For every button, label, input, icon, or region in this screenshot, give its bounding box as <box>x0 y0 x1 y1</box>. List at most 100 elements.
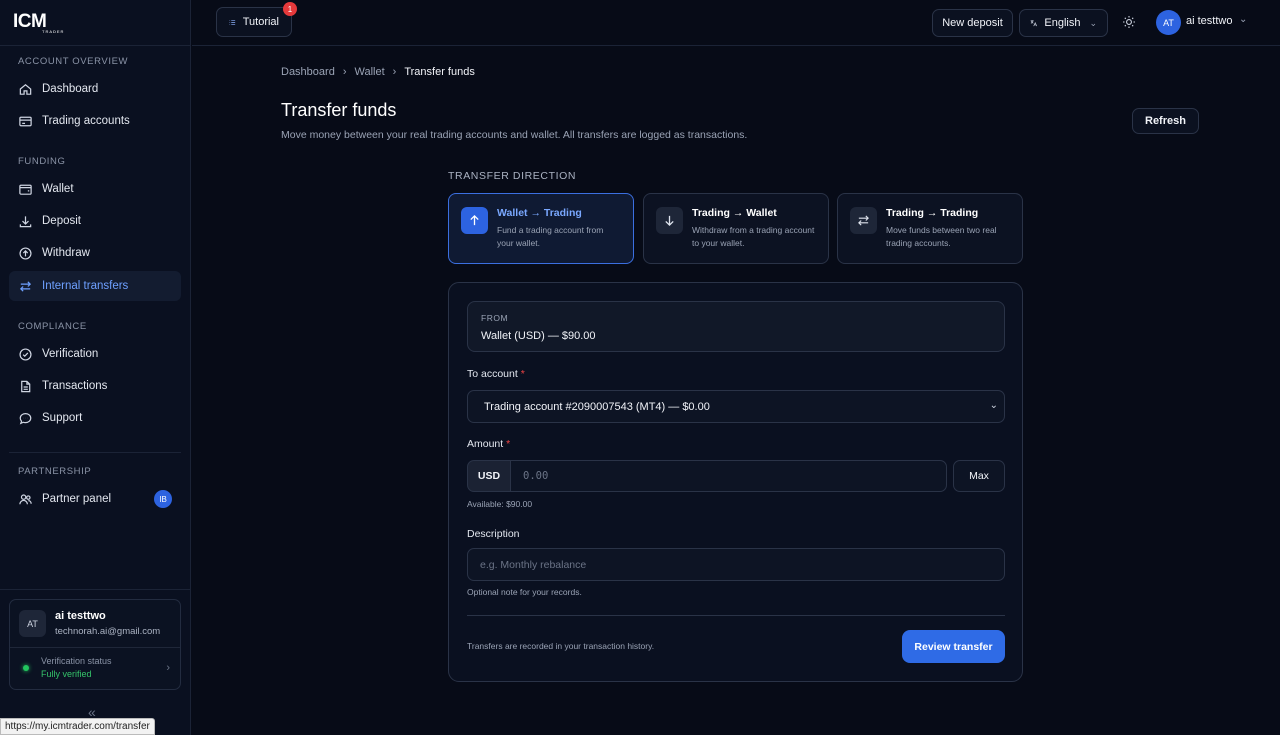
notification-badge: 1 <box>283 2 297 16</box>
section-title-partnership: PARTNERSHIP <box>18 466 92 477</box>
section-title-compliance: COMPLIANCE <box>18 321 87 332</box>
sidebar-item-withdraw[interactable]: Withdraw <box>9 238 181 268</box>
wallet-icon <box>19 184 32 195</box>
user-menu-name[interactable]: ai testtwo <box>1186 15 1232 27</box>
translate-icon <box>1030 20 1038 27</box>
section-title-funding: FUNDING <box>18 156 66 167</box>
language-label: English <box>1044 17 1081 29</box>
card-icon <box>19 116 32 126</box>
tutorial-label: Tutorial <box>242 16 279 28</box>
user-card[interactable]: AT ai testtwo technorah.ai@gmail.com Ver… <box>9 599 181 690</box>
sidebar-item-partner-panel[interactable]: Partner panel IB <box>9 484 181 514</box>
from-account-display: FROM Wallet (USD) — $90.00 <box>467 301 1005 352</box>
divider <box>467 615 1005 616</box>
sidebar-item-label: Wallet <box>42 183 74 195</box>
divider <box>9 452 181 453</box>
arrow-down-icon <box>656 207 683 234</box>
breadcrumb-wallet[interactable]: Wallet <box>355 66 385 78</box>
sidebar-item-dashboard[interactable]: Dashboard <box>9 74 181 104</box>
max-button[interactable]: Max <box>953 460 1005 492</box>
upload-circle-icon <box>19 246 32 260</box>
sidebar-item-label: Transactions <box>42 380 108 392</box>
direction-description: Fund a trading account from your wallet. <box>497 225 604 248</box>
user-avatar[interactable]: AT <box>1156 10 1181 35</box>
description-label: Description <box>467 528 520 540</box>
divider <box>0 45 191 46</box>
description-input[interactable]: e.g. Monthly rebalance <box>467 548 1005 581</box>
breadcrumb-current: Transfer funds <box>404 66 475 78</box>
sidebar-item-deposit[interactable]: Deposit <box>9 206 181 236</box>
direction-wallet-to-trading[interactable]: Wallet → Trading Fund a trading account … <box>448 193 634 264</box>
avatar: AT <box>19 610 46 637</box>
sidebar-item-internal-transfers[interactable]: Internal transfers <box>9 271 181 301</box>
sidebar-item-label: Withdraw <box>42 247 90 259</box>
sidebar-item-label: Internal transfers <box>42 280 129 292</box>
chevron-down-icon: ⌄ <box>989 400 998 411</box>
direction-name: Trading → Wallet <box>692 207 777 219</box>
amount-label: Amount * <box>467 438 510 450</box>
direction-name: Trading → Trading <box>886 207 979 219</box>
breadcrumb: Dashboard › Wallet › Transfer funds <box>281 66 475 78</box>
swap-icon <box>19 280 32 292</box>
download-icon <box>19 215 32 227</box>
list-icon <box>229 19 236 25</box>
logo-subtext: TRADER <box>42 29 65 34</box>
theme-toggle-sun-icon[interactable] <box>1122 15 1136 29</box>
arrow-up-icon <box>461 207 488 234</box>
logo[interactable]: ICM TRADER <box>13 12 63 34</box>
currency-label: USD <box>467 460 511 492</box>
footer-note: Transfers are recorded in your transacti… <box>467 641 655 651</box>
sidebar-item-wallet[interactable]: Wallet <box>9 174 181 204</box>
section-title-account-overview: ACCOUNT OVERVIEW <box>18 56 129 67</box>
amount-label-text: Amount <box>467 438 504 450</box>
sidebar-item-label: Trading accounts <box>42 115 130 127</box>
topbar: Tutorial 1 New deposit English ⌄ AT ai t… <box>192 0 1280 46</box>
verified-dot-icon <box>23 665 29 671</box>
sidebar: ICM TRADER ACCOUNT OVERVIEW Dashboard Tr… <box>0 0 191 735</box>
sidebar-item-transactions[interactable]: Transactions <box>9 371 181 401</box>
direction-description: Withdraw from a trading account to your … <box>692 225 815 248</box>
home-icon <box>19 83 32 95</box>
review-transfer-button[interactable]: Review transfer <box>902 630 1005 663</box>
breadcrumb-separator: › <box>342 66 347 78</box>
divider <box>10 647 180 648</box>
new-deposit-button[interactable]: New deposit <box>932 9 1013 37</box>
sidebar-item-verification[interactable]: Verification <box>9 339 181 369</box>
amount-input[interactable]: 0.00 <box>510 460 947 492</box>
user-email: technorah.ai@gmail.com <box>55 626 161 637</box>
sidebar-item-label: Deposit <box>42 215 81 227</box>
sidebar-item-label: Verification <box>42 348 99 360</box>
required-marker: * <box>506 438 511 450</box>
to-account-select[interactable]: Trading account #2090007543 (MT4) — $0.0… <box>467 390 1005 423</box>
breadcrumb-dashboard[interactable]: Dashboard <box>281 66 335 78</box>
sidebar-item-label: Dashboard <box>42 83 99 95</box>
tutorial-button[interactable]: Tutorial 1 <box>216 2 297 37</box>
language-select[interactable]: English ⌄ <box>1019 9 1108 37</box>
transfer-form: FROM Wallet (USD) — $90.00 To account * … <box>448 282 1023 682</box>
refresh-button[interactable]: Refresh <box>1132 108 1199 134</box>
chevron-right-icon[interactable]: › <box>166 662 170 674</box>
to-account-label-text: To account <box>467 368 518 380</box>
sidebar-item-support[interactable]: Support <box>9 403 181 433</box>
direction-trading-to-trading[interactable]: Trading → Trading Move funds between two… <box>837 193 1023 264</box>
status-bar-url: https://my.icmtrader.com/transfer <box>0 718 155 735</box>
page-title: Transfer funds <box>281 100 397 120</box>
available-balance: Available: $90.00 <box>467 499 533 509</box>
chat-icon <box>19 412 32 425</box>
transfer-direction-title: TRANSFER DIRECTION <box>448 170 577 182</box>
direction-name: Wallet → Trading <box>497 207 582 219</box>
page-subtitle: Move money between your real trading acc… <box>281 129 748 141</box>
sidebar-item-trading-accounts[interactable]: Trading accounts <box>9 106 181 136</box>
ib-badge: IB <box>154 490 172 508</box>
chevron-down-icon[interactable]: ⌄ <box>1239 14 1247 25</box>
verification-status-value: Fully verified <box>41 669 92 679</box>
user-name: ai testtwo <box>55 610 106 622</box>
new-deposit-label: New deposit <box>942 17 1003 29</box>
verification-status-label: Verification status <box>41 656 112 666</box>
from-label: FROM <box>481 313 509 323</box>
swap-icon <box>850 207 877 234</box>
check-circle-icon <box>19 347 32 361</box>
chevron-down-icon: ⌄ <box>1089 17 1097 28</box>
required-marker: * <box>520 368 525 380</box>
direction-trading-to-wallet[interactable]: Trading → Wallet Withdraw from a trading… <box>643 193 829 264</box>
